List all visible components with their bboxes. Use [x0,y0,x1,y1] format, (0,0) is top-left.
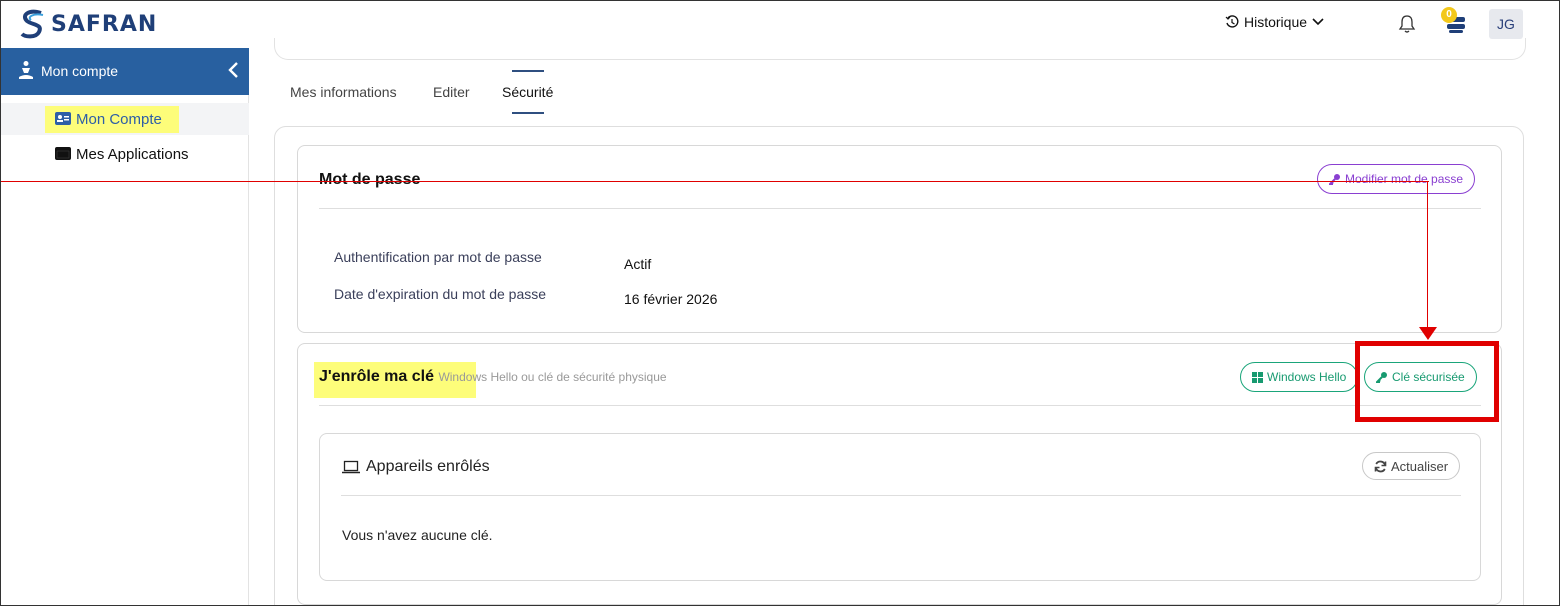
enroll-card-title-row: J'enrôle ma clé Windows Hello ou clé de … [319,368,667,386]
tab-active-indicator [512,112,544,114]
modify-password-button[interactable]: Modifier mot de passe [1317,164,1476,194]
tab-mes-informations[interactable]: Mes informations [290,84,397,100]
refresh-icon [1374,460,1387,472]
windows-hello-button[interactable]: Windows Hello [1240,362,1359,392]
history-icon [1225,15,1239,28]
window-icon [55,147,71,160]
card-edge [274,38,1526,60]
history-dropdown[interactable]: Historique [1225,14,1324,30]
tab-editer[interactable]: Editer [433,84,470,100]
main-content: Mes informations Editer Sécurité Mot de … [250,38,1559,605]
windows-hello-label: Windows Hello [1267,370,1347,384]
collapse-chevron-icon[interactable] [226,61,240,79]
empty-devices-message: Vous n'avez aucune clé. [342,527,493,543]
expiration-value: 16 février 2026 [624,291,718,307]
sidebar-title: Mon compte [41,63,119,79]
annotation-line [1,181,1429,182]
id-card-icon [55,112,71,125]
laptop-icon [342,460,360,474]
annotation-highlight-box [1355,341,1499,422]
sidebar: Mon compte Mon Compte Mes Applications [1,48,249,605]
divider [319,208,1481,209]
chevron-down-icon [1312,18,1324,26]
history-label: Historique [1244,14,1308,30]
bell-icon[interactable] [1397,14,1417,34]
tab-securite[interactable]: Sécurité [502,84,553,100]
refresh-label: Actualiser [1391,458,1449,474]
annotation-arrow-icon [1419,327,1437,340]
sidebar-item-label: Mes Applications [76,146,189,163]
enroll-card-subtitle: Windows Hello ou clé de sécurité physiqu… [438,370,667,384]
modify-password-label: Modifier mot de passe [1345,172,1464,186]
refresh-button[interactable]: Actualiser [1362,452,1461,480]
screen: SAFRAN Historique 0 JG Mon compte Mon Co… [0,0,1560,606]
enroll-card-title: J'enrôle ma clé [319,368,434,385]
person-icon [19,61,33,79]
annotation-line-vertical [1427,181,1428,329]
divider [341,495,1461,496]
auth-password-label: Authentification par mot de passe [334,249,542,265]
safran-logo[interactable]: SAFRAN [19,8,157,40]
devices-title-row: Appareils enrôlés [342,458,490,476]
sidebar-item-label: Mon Compte [76,111,162,128]
auth-password-value: Actif [624,256,652,272]
enrolled-devices-card: Appareils enrôlés Actualiser Vous n'avez… [319,433,1481,581]
enroll-key-card: J'enrôle ma clé Windows Hello ou clé de … [297,343,1502,605]
tab-active-indicator-top [512,70,544,72]
password-card-title: Mot de passe [319,171,421,188]
avatar[interactable]: JG [1489,9,1523,39]
divider [319,405,1481,406]
logo-text: SAFRAN [51,11,158,37]
sidebar-item-mes-applications[interactable]: Mes Applications [1,138,249,170]
safran-logo-icon [20,9,44,39]
key-icon [1329,174,1340,185]
expiration-label: Date d'expiration du mot de passe [334,286,547,302]
sidebar-header[interactable]: Mon compte [1,48,249,95]
password-card: Mot de passe Modifier mot de passe Authe… [297,145,1502,333]
sidebar-item-mon-compte[interactable]: Mon Compte [1,103,249,135]
notification-badge: 0 [1441,7,1457,23]
windows-icon [1252,371,1263,383]
devices-title: Appareils enrôlés [366,458,490,475]
